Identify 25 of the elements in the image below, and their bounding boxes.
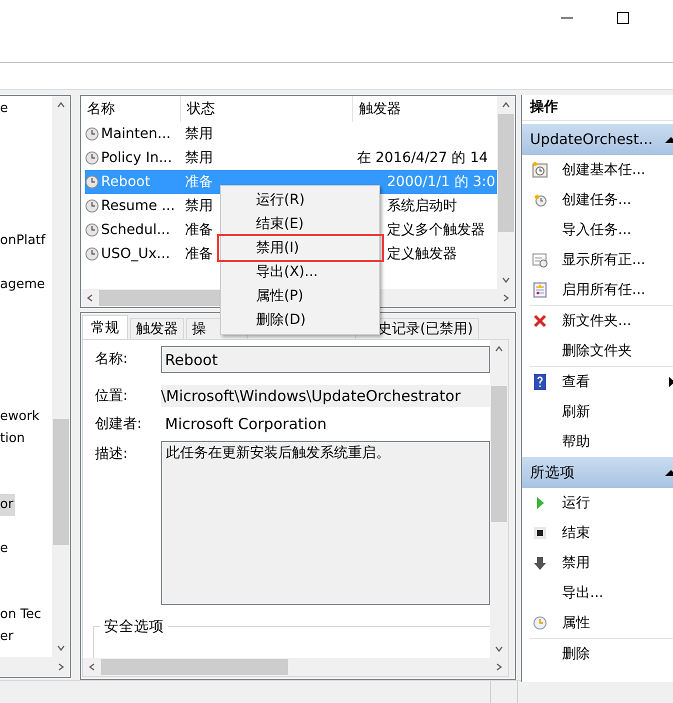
- trigger-cell: 2000/1/1 的 3:0: [387, 174, 496, 190]
- task-name: Policy In...: [101, 150, 172, 166]
- trigger-cell: 系统启动时: [387, 198, 457, 214]
- status-cell: 准备: [185, 222, 213, 238]
- task-name: USO_Ux...: [101, 246, 170, 262]
- status-cell: 准备: [185, 246, 213, 262]
- trigger-cell: 在 2016/4/27 的 14: [357, 150, 488, 166]
- trigger-cell: 定义触发器: [387, 246, 457, 262]
- status-cell: 禁用: [185, 150, 213, 166]
- author-value: Microsoft Corporation: [164, 414, 328, 435]
- status-cell: 禁用: [185, 126, 213, 142]
- pane-title: 操作: [522, 95, 673, 121]
- trigger-cell: 定义多个触发器: [387, 222, 485, 238]
- field-label: 名称:: [95, 350, 129, 369]
- task-name: Resume ...: [101, 198, 175, 214]
- location-value: \Microsoft\Windows\UpdateOrchestrator: [161, 385, 490, 407]
- status-cell: 准备: [185, 174, 213, 190]
- task-name: Mainten...: [101, 126, 171, 142]
- group-title: 安全选项: [103, 618, 165, 636]
- field-label: 创建者:: [95, 415, 143, 434]
- field-label: 位置:: [95, 387, 129, 406]
- field-label: 描述:: [95, 445, 129, 464]
- task-name: Schedul...: [101, 222, 170, 238]
- task-name: Reboot: [101, 174, 150, 190]
- status-cell: 禁用: [185, 198, 213, 214]
